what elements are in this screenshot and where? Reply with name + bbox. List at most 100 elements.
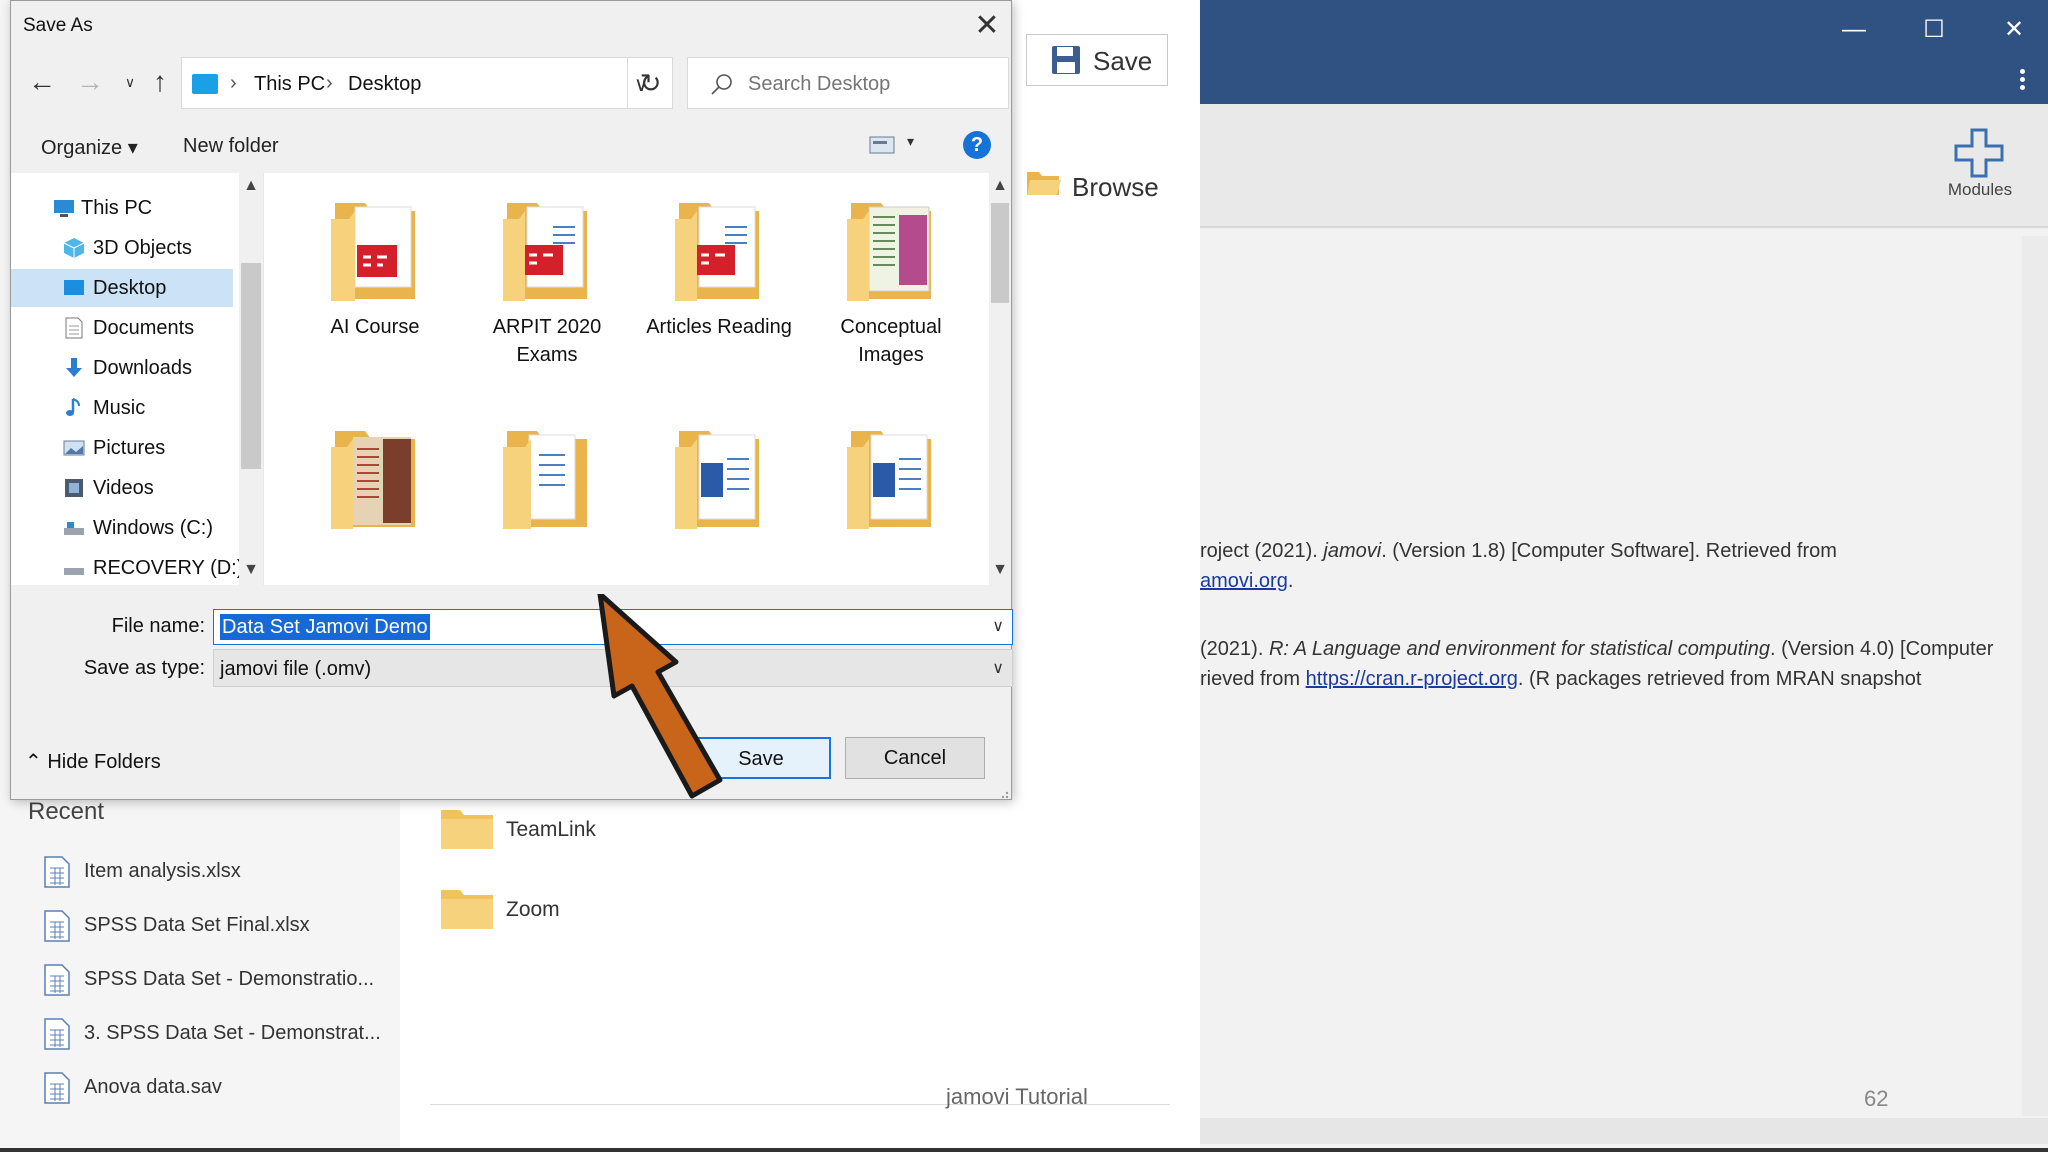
folder-pdf-icon: [331, 203, 415, 301]
nav-item-this-pc[interactable]: This PC: [11, 189, 233, 227]
backstage-save-button[interactable]: Save: [1026, 34, 1168, 86]
place-zoom[interactable]: Zoom: [506, 898, 560, 922]
window-close-button[interactable]: ✕: [1984, 10, 2044, 50]
jamovi-link[interactable]: amovi.org: [1200, 570, 1288, 592]
up-arrow-icon[interactable]: ↑: [145, 67, 175, 97]
browse-button[interactable]: Browse: [1026, 168, 1159, 205]
modules-label[interactable]: Modules: [1944, 180, 2016, 200]
place-teamlink[interactable]: TeamLink: [506, 818, 596, 842]
nav-item-recovery-d[interactable]: RECOVERY (D:): [11, 549, 243, 587]
minimize-button[interactable]: —: [1824, 10, 1884, 50]
scroll-down-icon[interactable]: ▼: [239, 561, 263, 579]
maximize-button[interactable]: ☐: [1904, 10, 1964, 50]
folder-pdf-icon: [675, 203, 759, 301]
nav-item-3d-objects[interactable]: 3D Objects: [11, 229, 233, 267]
annotation-arrow-icon: [597, 594, 723, 799]
reference-1-link-line: amovi.org.: [1200, 570, 1294, 592]
folder-images-icon: [847, 203, 931, 301]
this-pc-icon: [54, 200, 74, 217]
nav-item-windows-c[interactable]: Windows (C:): [11, 509, 233, 547]
view-options-icon[interactable]: [869, 135, 895, 155]
save-type-label: Save as type:: [83, 657, 205, 679]
modules-plus-icon[interactable]: [1952, 126, 2006, 180]
folder-icon[interactable]: [440, 886, 494, 930]
view-dropdown-icon[interactable]: ▾: [907, 133, 914, 150]
jamovi-titlebar: — ☐ ✕: [1200, 0, 2048, 104]
navigation-pane: This PC 3D Objects Desktop Documents Dow…: [11, 173, 243, 587]
spreadsheet-file-icon: [44, 1018, 70, 1050]
dialog-close-button[interactable]: ✕: [971, 11, 1003, 43]
cancel-button[interactable]: Cancel: [845, 737, 985, 779]
scroll-up-icon[interactable]: ▲: [989, 177, 1011, 195]
monitor-icon: [192, 74, 218, 94]
back-arrow-icon[interactable]: ←: [27, 67, 57, 97]
videos-icon: [65, 479, 83, 497]
search-box[interactable]: [687, 57, 1009, 109]
cran-link[interactable]: https://cran.r-project.org: [1306, 668, 1518, 690]
folder-item[interactable]: [300, 425, 450, 541]
dialog-title: Save As: [23, 15, 93, 36]
new-folder-button[interactable]: New folder: [183, 135, 279, 158]
save-type-dropdown-icon[interactable]: ∨: [992, 658, 1004, 678]
folder-icon[interactable]: [440, 806, 494, 850]
kebab-menu-icon[interactable]: [2016, 66, 2028, 96]
jamovi-ribbon: [1200, 104, 2048, 228]
folder-open-icon: [1027, 172, 1061, 195]
search-input[interactable]: [746, 70, 996, 98]
dialog-toolbar: Organize ▾ New folder ▾ ?: [11, 123, 1011, 169]
refresh-icon[interactable]: ↻: [627, 57, 673, 109]
folder-item[interactable]: [816, 425, 966, 541]
breadcrumb-this-pc[interactable]: This PC: [254, 73, 325, 96]
resize-grip-icon[interactable]: [997, 787, 1009, 799]
folder-word-icon: [847, 431, 931, 529]
folder-documents-icon: [503, 431, 587, 529]
breadcrumb-desktop[interactable]: Desktop: [348, 73, 421, 96]
nav-scroll-thumb[interactable]: [241, 263, 261, 469]
results-panel: roject (2021). jamovi. (Version 1.8) [Co…: [1200, 236, 2020, 1116]
results-vertical-scrollbar[interactable]: [2022, 236, 2048, 1116]
help-icon[interactable]: ?: [963, 131, 991, 159]
file-name-label: File name:: [111, 615, 205, 637]
reference-1: roject (2021). jamovi. (Version 1.8) [Co…: [1200, 540, 1837, 562]
folder-item[interactable]: Articles Reading: [644, 197, 794, 341]
3d-objects-icon: [63, 238, 85, 258]
address-bar[interactable]: › This PC › Desktop ∨: [181, 57, 673, 109]
file-name-value[interactable]: Data Set Jamovi Demo: [220, 614, 430, 640]
folder-book-icon: [331, 431, 415, 529]
nav-item-pictures[interactable]: Pictures: [11, 429, 233, 467]
save-as-dialog: Save As ✕ ← → ∨ ↑ › This PC › Desktop ∨ …: [10, 0, 1013, 800]
file-list-scrollbar[interactable]: ▲ ▼: [989, 173, 1011, 585]
file-scroll-thumb[interactable]: [991, 203, 1009, 303]
nav-item-documents[interactable]: Documents: [11, 309, 233, 347]
folder-item[interactable]: Conceptual Images: [816, 197, 966, 369]
breadcrumb-separator-icon: ›: [326, 72, 333, 94]
spreadsheet-file-icon: [44, 856, 70, 888]
spreadsheet-file-icon: [44, 910, 70, 942]
drive-icon: [64, 522, 84, 535]
file-list: AI Course ARPIT 2020 Exams Articles Read…: [263, 173, 991, 585]
recent-locations-chevron-icon[interactable]: ∨: [115, 67, 145, 97]
spreadsheet-file-icon: [44, 964, 70, 996]
folder-item[interactable]: ARPIT 2020 Exams: [472, 197, 622, 369]
forward-arrow-icon[interactable]: →: [75, 67, 105, 97]
desktop-icon: [64, 280, 84, 295]
folder-item[interactable]: [644, 425, 794, 541]
nav-item-downloads[interactable]: Downloads: [11, 349, 233, 387]
results-horizontal-scrollbar[interactable]: [1200, 1118, 2048, 1144]
nav-item-music[interactable]: Music: [11, 389, 233, 427]
folder-item[interactable]: AI Course: [300, 197, 450, 341]
hide-folders-toggle[interactable]: ⌃ Hide Folders: [25, 749, 161, 774]
page-number: 62: [1864, 1086, 1889, 1111]
bottom-edge: [0, 1148, 2048, 1152]
pictures-icon: [63, 440, 85, 456]
recent-heading: Recent: [28, 798, 105, 825]
nav-item-videos[interactable]: Videos: [11, 469, 233, 507]
nav-pane-scrollbar[interactable]: ▲ ▼: [239, 173, 263, 585]
file-name-dropdown-icon[interactable]: ∨: [992, 616, 1004, 636]
folder-item[interactable]: [472, 425, 622, 541]
scroll-down-icon[interactable]: ▼: [989, 561, 1011, 579]
breadcrumb-separator-icon: ›: [230, 72, 237, 94]
nav-item-desktop[interactable]: Desktop: [11, 269, 233, 307]
organize-menu[interactable]: Organize ▾: [41, 135, 138, 160]
scroll-up-icon[interactable]: ▲: [239, 177, 263, 195]
